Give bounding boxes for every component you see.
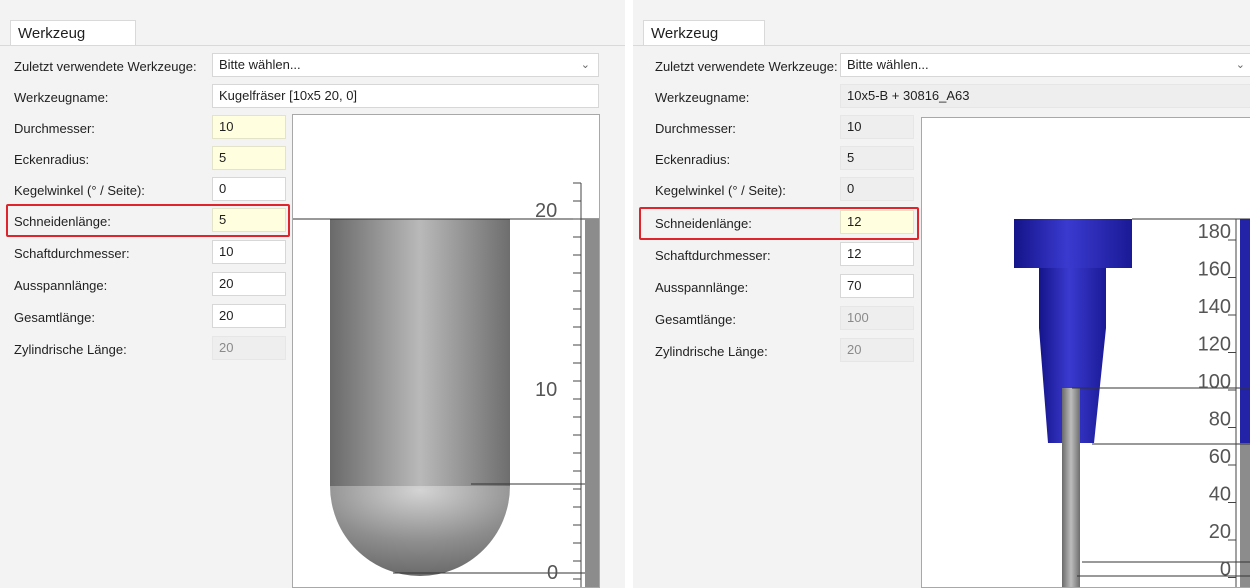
right-holder-head <box>1014 219 1132 268</box>
right-total-length-input: 100 <box>840 306 914 330</box>
left-overhang-length-input[interactable]: 20 <box>212 272 286 296</box>
right-ruler: 180160140120100806040200 <box>1198 219 1237 587</box>
right-shank-diameter-input[interactable]: 12 <box>840 242 914 266</box>
right-ruler-label: 20 <box>1209 521 1231 543</box>
left-recent-tools-label: Zuletzt verwendete Werkzeuge: <box>14 59 197 74</box>
right-shank-diameter-label: Schaftdurchmesser: <box>655 248 771 263</box>
left-recent-tools-value: Bitte wählen... <box>219 57 301 72</box>
left-cutting-length-highlight <box>6 204 290 237</box>
left-diameter-label: Durchmesser: <box>14 121 95 136</box>
left-overhang-length-label: Ausspannlänge: <box>14 278 108 293</box>
right-tab-werkzeug[interactable]: Werkzeug <box>643 20 765 46</box>
left-tab-title: Werkzeug <box>18 25 86 42</box>
right-corner-radius-input: 5 <box>840 146 914 170</box>
right-tool-panel: Werkzeug Zuletzt verwendete Werkzeuge: B… <box>633 0 1250 588</box>
right-diameter-label: Durchmesser: <box>655 121 736 136</box>
right-total-length-label: Gesamtlänge: <box>655 312 736 327</box>
right-ruler-label: 100 <box>1198 371 1231 393</box>
right-taper-angle-input: 0 <box>840 177 914 201</box>
left-tool-panel: Werkzeug Zuletzt verwendete Werkzeuge: B… <box>0 0 625 588</box>
panel-divider <box>625 0 633 588</box>
left-tool-preview: 20 10 0 <box>292 114 600 588</box>
left-ruler-label-10: 10 <box>535 379 557 401</box>
right-edge-bar-grey <box>1240 443 1250 587</box>
right-ruler-label: 140 <box>1198 296 1231 318</box>
right-tool-shank <box>1062 388 1080 587</box>
chevron-down-icon: ⌄ <box>580 59 590 71</box>
right-ruler-label: 180 <box>1198 221 1231 243</box>
left-shank-diameter-label: Schaftdurchmesser: <box>14 246 130 261</box>
left-taper-angle-label: Kegelwinkel (° / Seite): <box>14 183 145 198</box>
right-recent-tools-label: Zuletzt verwendete Werkzeuge: <box>655 59 838 74</box>
right-cutting-length-highlight <box>639 207 919 240</box>
left-ruler-bar <box>585 219 599 587</box>
left-tool-drawing: 20 10 0 <box>293 182 599 587</box>
right-ruler-label: 120 <box>1198 334 1231 356</box>
left-cylindrical-length-label: Zylindrische Länge: <box>14 342 127 357</box>
left-corner-radius-input[interactable]: 5 <box>212 146 286 170</box>
right-overhang-length-label: Ausspannlänge: <box>655 280 749 295</box>
right-recent-tools-value: Bitte wählen... <box>847 57 929 72</box>
right-tool-name-input: 10x5-B + 30816_A63 <box>840 84 1250 108</box>
chevron-down-icon: ⌄ <box>1235 59 1245 71</box>
left-total-length-input[interactable]: 20 <box>212 304 286 328</box>
right-edge-bar <box>1240 219 1250 443</box>
right-ruler-label: 60 <box>1209 446 1231 468</box>
left-tool-name-label: Werkzeugname: <box>14 90 109 105</box>
left-ruler-label-20: 20 <box>535 200 557 222</box>
right-tool-preview: 180 160 140 120 100 80 60 40 20 0 <box>921 117 1250 588</box>
right-ruler-label: 160 <box>1198 259 1231 281</box>
right-overhang-length-input[interactable]: 70 <box>840 274 914 298</box>
left-total-length-label: Gesamtlänge: <box>14 310 95 325</box>
left-cylindrical-length-input: 20 <box>212 336 286 360</box>
left-ruler-label-0: 0 <box>547 562 558 584</box>
left-shank-diameter-input[interactable]: 10 <box>212 240 286 264</box>
left-tool-shank <box>330 219 510 486</box>
right-ruler-label: 80 <box>1209 409 1231 431</box>
right-cylindrical-length-label: Zylindrische Länge: <box>655 344 768 359</box>
right-diameter-input: 10 <box>840 115 914 139</box>
left-taper-angle-input[interactable]: 0 <box>212 177 286 201</box>
right-tool-name-label: Werkzeugname: <box>655 90 750 105</box>
left-tab-werkzeug[interactable]: Werkzeug <box>10 20 136 46</box>
left-recent-tools-select[interactable]: Bitte wählen... ⌄ <box>212 53 599 77</box>
left-tool-name-input[interactable]: Kugelfräser [10x5 20, 0] <box>212 84 599 108</box>
left-diameter-input[interactable]: 10 <box>212 115 286 139</box>
left-corner-radius-label: Eckenradius: <box>14 152 90 167</box>
right-recent-tools-select[interactable]: Bitte wählen... ⌄ <box>840 53 1250 77</box>
right-tab-title: Werkzeug <box>651 25 719 42</box>
right-ruler-label: 40 <box>1209 484 1231 506</box>
right-cylindrical-length-input: 20 <box>840 338 914 362</box>
right-tool-drawing: 180160140120100806040200 <box>1014 218 1250 587</box>
right-taper-angle-label: Kegelwinkel (° / Seite): <box>655 183 786 198</box>
left-tool-ball-end <box>330 486 510 576</box>
left-ruler <box>573 182 582 587</box>
right-corner-radius-label: Eckenradius: <box>655 152 731 167</box>
